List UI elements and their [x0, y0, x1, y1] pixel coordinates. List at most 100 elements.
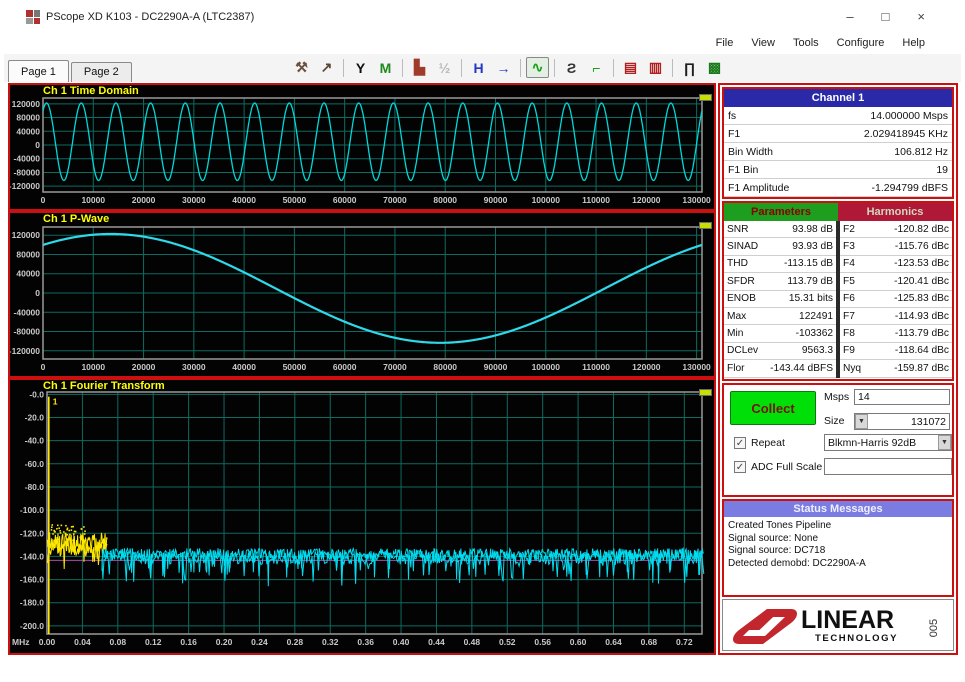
channel-info-row-value: -1.294799 dBFS	[871, 181, 948, 194]
adc-full-scale-checkbox[interactable]	[734, 461, 746, 473]
svg-text:100000: 100000	[532, 362, 561, 372]
harmonic-row-value: -113.79 dBc	[894, 328, 949, 340]
harmonic-row-value: -120.82 dBc	[894, 223, 949, 235]
svg-text:-140.0: -140.0	[20, 551, 44, 561]
menu-configure[interactable]: Configure	[837, 37, 885, 49]
size-combo[interactable]: ▼ 131072	[854, 413, 950, 430]
svg-text:0: 0	[41, 362, 46, 372]
svg-text:MHz: MHz	[12, 637, 29, 647]
screenshot-icon[interactable]: ▩	[703, 57, 726, 78]
status-messages: Created Tones Pipeline Signal source: Non…	[724, 517, 952, 573]
device-a-icon[interactable]: ▤	[619, 57, 642, 78]
svg-text:0: 0	[35, 140, 40, 150]
repeat-checkbox[interactable]	[734, 437, 746, 449]
app-icon	[26, 10, 40, 24]
svg-text:0.52: 0.52	[499, 637, 516, 647]
svg-text:1: 1	[53, 397, 58, 407]
svg-text:110000: 110000	[582, 362, 610, 372]
channel-info-row-value: 14.000000 Msps	[870, 109, 948, 122]
menu-tools[interactable]: Tools	[793, 37, 819, 49]
svg-text:90000: 90000	[484, 195, 508, 205]
filter-y-icon[interactable]: Y	[349, 57, 372, 78]
close-button[interactable]: ×	[917, 10, 925, 24]
page: PScope XD K103 - DC2290A-A (LTC2387) – □…	[0, 0, 965, 682]
svg-text:-180.0: -180.0	[20, 598, 44, 608]
svg-text:20000: 20000	[132, 195, 156, 205]
harmonic-row: F2 -120.82 dBc	[839, 221, 952, 239]
parameter-row: Flor -143.44 dBFS	[724, 360, 837, 378]
size-dropdown-arrow-icon[interactable]: ▼	[855, 414, 868, 429]
loop-icon[interactable]: Ƨ	[560, 57, 583, 78]
parameters-table: SNR 93.98 dB SINAD 93.93 dB THD -113.15 dB SFD…	[724, 221, 837, 378]
harmonic-row-label: F3	[842, 241, 855, 253]
svg-text:0.32: 0.32	[322, 637, 339, 647]
svg-text:0.44: 0.44	[428, 637, 445, 647]
window-combo[interactable]: Blkmn-Harris 92dB ▼	[824, 434, 952, 451]
fourier-transform-chart[interactable]: -0.0 -20.0 -40.0 -60.0 -80.0 -100.0 -120.0 -140…	[8, 378, 716, 655]
parameter-row: Max 122491	[724, 308, 837, 326]
p-wave-chart[interactable]: 120000 80000 40000 0 -40000 -80000 -120000 0 100…	[8, 211, 716, 378]
pulse-icon[interactable]: ∏	[678, 57, 701, 78]
status-line: Signal source: DC718	[728, 545, 826, 556]
parameter-row: SINAD 93.93 dB	[724, 238, 837, 256]
parameters-header: Parameters	[724, 203, 838, 221]
minimize-button[interactable]: –	[846, 10, 853, 24]
time-domain-plot[interactable]: 120000 80000 40000 0 -40000 -80000 -120000 0 100…	[9, 85, 714, 209]
svg-text:100000: 100000	[532, 195, 561, 205]
window-function-icon[interactable]: M	[374, 57, 397, 78]
svg-text:120000: 120000	[632, 195, 661, 205]
menu-help[interactable]: Help	[902, 37, 925, 49]
menu-bar: File View Tools Configure Help	[716, 37, 925, 49]
svg-text:40000: 40000	[16, 269, 40, 279]
histogram-icon[interactable]: ▙	[408, 57, 431, 78]
harmonic-row: F6 -125.83 dBc	[839, 291, 952, 308]
adc-full-scale-input[interactable]	[824, 458, 952, 475]
trace-icon[interactable]: ⌐	[585, 57, 608, 78]
tab-page-1[interactable]: Page 1	[8, 60, 69, 82]
toolbar-separator	[672, 58, 673, 77]
p-wave-plot[interactable]: 120000 80000 40000 0 -40000 -80000 -120000 0 100…	[9, 213, 714, 376]
toolbar-separator	[343, 58, 344, 77]
svg-text:80000: 80000	[16, 249, 40, 259]
channel-info-row-label: F1 Bin	[728, 163, 759, 176]
average-hold-icon[interactable]: H	[467, 57, 490, 78]
msps-input[interactable]	[854, 389, 950, 405]
right-panel: Channel 1 fs 14.000000 Msps F1 2.029418945 …	[718, 83, 958, 655]
svg-text:0.12: 0.12	[145, 637, 162, 647]
parameter-row-value: 113.79 dB	[787, 275, 834, 287]
toolbar-separator	[520, 58, 521, 77]
fourier-transform-plot[interactable]: -0.0 -20.0 -40.0 -60.0 -80.0 -100.0 -120.0 -140…	[10, 380, 714, 653]
parameter-row-value: 9563.3	[801, 345, 834, 357]
cursor-arrow-icon[interactable]: ↗	[315, 57, 338, 78]
average-run-icon[interactable]: →	[492, 57, 515, 78]
parameter-row-label: Min	[727, 328, 744, 340]
phase-plot-icon[interactable]: ½	[433, 57, 456, 78]
menu-file[interactable]: File	[716, 37, 734, 49]
harmonic-row-value: -159.87 dBc	[894, 362, 949, 374]
channel-info-row-label: F1 Amplitude	[728, 181, 790, 194]
svg-text:120000: 120000	[12, 230, 41, 240]
harmonic-row-value: -118.64 dBc	[894, 345, 949, 357]
harmonic-row-label: F5	[842, 275, 855, 287]
toolbar-separator	[461, 58, 462, 77]
tab-page-2[interactable]: Page 2	[70, 62, 132, 82]
svg-text:0.08: 0.08	[110, 637, 127, 647]
svg-text:-80000: -80000	[14, 327, 41, 337]
harmonic-row: F9 -118.64 dBc	[839, 343, 952, 361]
svg-text:0.72: 0.72	[676, 637, 693, 647]
maximize-button[interactable]: □	[882, 10, 890, 24]
parameter-row-value: 93.93 dB	[792, 241, 834, 253]
wave-mode-icon[interactable]: ∿	[526, 57, 549, 78]
svg-text:40000: 40000	[232, 195, 256, 205]
collect-button[interactable]: Collect	[730, 391, 816, 425]
fourier-transform-title: Ch 1 Fourier Transform	[43, 380, 165, 392]
harmonic-row-label: F7	[842, 310, 855, 322]
harmonic-row-label: F6	[842, 293, 855, 305]
measure-tools-icon[interactable]: ⚒	[290, 57, 313, 78]
device-b-icon[interactable]: ▥	[644, 57, 667, 78]
svg-text:50000: 50000	[283, 195, 307, 205]
menu-view[interactable]: View	[751, 37, 775, 49]
time-domain-chart[interactable]: 120000 80000 40000 0 -40000 -80000 -120000 0 100…	[8, 83, 716, 211]
harmonic-row-label: F9	[842, 345, 855, 357]
window-dropdown-arrow-icon[interactable]: ▼	[938, 435, 951, 450]
